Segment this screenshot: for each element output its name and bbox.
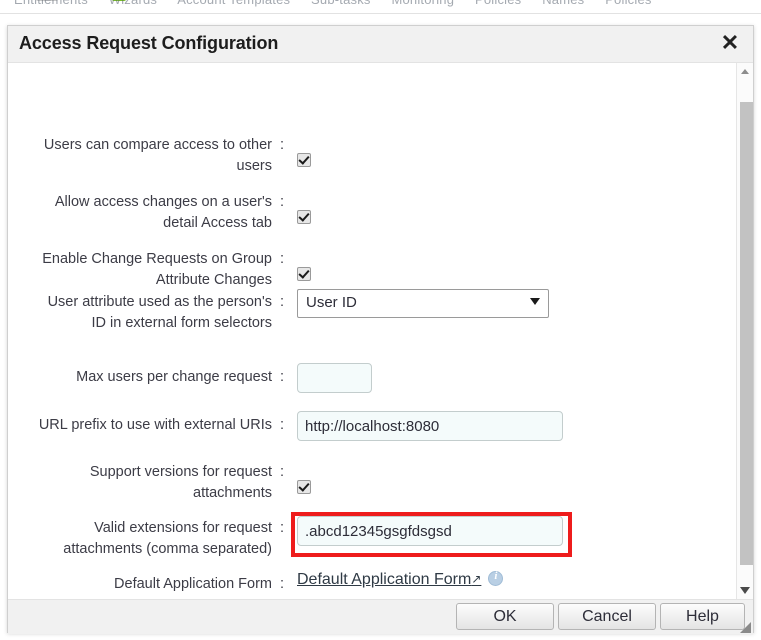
control-wrap: User ID (297, 289, 549, 318)
field-label-line2: users (237, 158, 272, 174)
label-colon: : (280, 135, 284, 156)
screen: Entitlements Wizards Account Templates S… (0, 0, 761, 640)
user-attribute-id-select[interactable]: User ID (297, 289, 549, 318)
info-icon[interactable] (488, 571, 503, 586)
field-label: URL prefix to use with external URIs (8, 415, 272, 436)
valid-extensions-attachments-input[interactable] (297, 516, 563, 546)
background-tab-3[interactable]: Sub-tasks (311, 0, 371, 7)
field-label: Valid extensions for request attachments… (8, 518, 272, 560)
background-nav-tabs: Entitlements Wizards Account Templates S… (14, 0, 669, 7)
background-tab-2[interactable]: Account Templates (177, 0, 290, 7)
resize-grip-icon[interactable] (740, 622, 751, 633)
label-colon: : (280, 192, 284, 213)
field-label-line2: attachments (193, 485, 272, 501)
control-wrap (297, 267, 311, 286)
background-tab-6[interactable]: Names (542, 0, 584, 7)
control-wrap: Default Application Form↗ (297, 571, 503, 589)
background-divider (0, 13, 761, 14)
background-tab-4[interactable]: Monitoring (391, 0, 454, 7)
field-label-line1: Max users per change request (76, 369, 272, 385)
scrollbar-thumb[interactable] (740, 102, 753, 565)
label-colon: : (280, 462, 284, 483)
ok-button[interactable]: OK (456, 603, 554, 630)
field-label: Users can compare access to other users (8, 135, 272, 177)
enable-change-requests-checkbox[interactable] (297, 267, 311, 281)
control-wrap (297, 411, 563, 441)
settings-form: Users can compare access to other users … (8, 63, 722, 599)
field-label-line1: Support versions for request (90, 464, 272, 480)
scroll-down-arrow-icon[interactable] (737, 582, 753, 599)
allow-access-changes-checkbox[interactable] (297, 210, 311, 224)
scrollbar-track[interactable] (738, 80, 752, 582)
dialog-title: Access Request Configuration (19, 33, 278, 54)
field-label-line1: User attribute used as the person's (48, 294, 272, 310)
control-wrap (297, 480, 311, 499)
label-colon: : (280, 518, 284, 539)
max-users-per-change-request-input[interactable] (297, 363, 372, 393)
field-label-line1: Enable Change Requests on Group (42, 251, 272, 267)
dialog-titlebar: Access Request Configuration ✕ (8, 26, 753, 63)
field-label: Default Application Form (8, 574, 272, 595)
field-label: Allow access changes on a user's detail … (8, 192, 272, 234)
field-label-line1: Valid extensions for request (94, 520, 272, 536)
control-wrap (297, 516, 563, 546)
field-label-line1: Allow access changes on a user's (55, 194, 272, 210)
label-colon: : (280, 292, 284, 313)
default-application-form-link[interactable]: Default Application Form↗ (297, 571, 481, 588)
field-label-line2: attachments (comma separated) (63, 541, 272, 557)
control-wrap (297, 363, 372, 393)
background-tab-0[interactable]: Entitlements (14, 0, 88, 7)
label-colon: : (280, 367, 284, 388)
url-prefix-input[interactable] (297, 411, 563, 441)
dialog-footer: OK Cancel Help (8, 599, 753, 634)
close-icon[interactable]: ✕ (716, 29, 744, 57)
field-label-line1: Default Application Form (114, 576, 272, 592)
field-label-line2: detail Access tab (163, 215, 272, 231)
cancel-button[interactable]: Cancel (558, 603, 656, 630)
background-tab-1[interactable]: Wizards (109, 0, 157, 7)
label-colon: : (280, 415, 284, 436)
vertical-scrollbar[interactable] (736, 63, 753, 599)
control-wrap (297, 210, 311, 229)
scroll-up-arrow-icon[interactable] (737, 63, 753, 80)
label-colon: : (280, 249, 284, 270)
users-can-compare-access-checkbox[interactable] (297, 153, 311, 167)
field-label: User attribute used as the person's ID i… (8, 292, 272, 334)
field-label-line2: ID in external form selectors (91, 315, 272, 331)
field-label-line1: URL prefix to use with external URIs (39, 417, 272, 433)
access-request-configuration-dialog: Access Request Configuration ✕ Users can… (7, 25, 754, 633)
external-link-icon: ↗ (471, 572, 481, 586)
help-button[interactable]: Help (660, 603, 745, 630)
background-tab-7[interactable]: Policies (605, 0, 651, 7)
dialog-body: Users can compare access to other users … (8, 63, 753, 599)
field-label-line1: Users can compare access to other (44, 137, 272, 153)
chevron-down-icon (530, 298, 540, 305)
support-versions-attachments-checkbox[interactable] (297, 480, 311, 494)
control-wrap (297, 153, 311, 172)
default-application-form-link-text: Default Application Form (297, 571, 471, 588)
background-tab-5[interactable]: Policies (475, 0, 521, 7)
field-label: Enable Change Requests on Group Attribut… (8, 249, 272, 291)
user-attribute-id-select-value: User ID (306, 294, 357, 311)
field-label-line2: Attribute Changes (156, 272, 272, 288)
field-label: Max users per change request (8, 367, 272, 388)
background-page: Entitlements Wizards Account Templates S… (0, 0, 761, 25)
field-label: Support versions for request attachments (8, 462, 272, 504)
label-colon: : (280, 574, 284, 595)
